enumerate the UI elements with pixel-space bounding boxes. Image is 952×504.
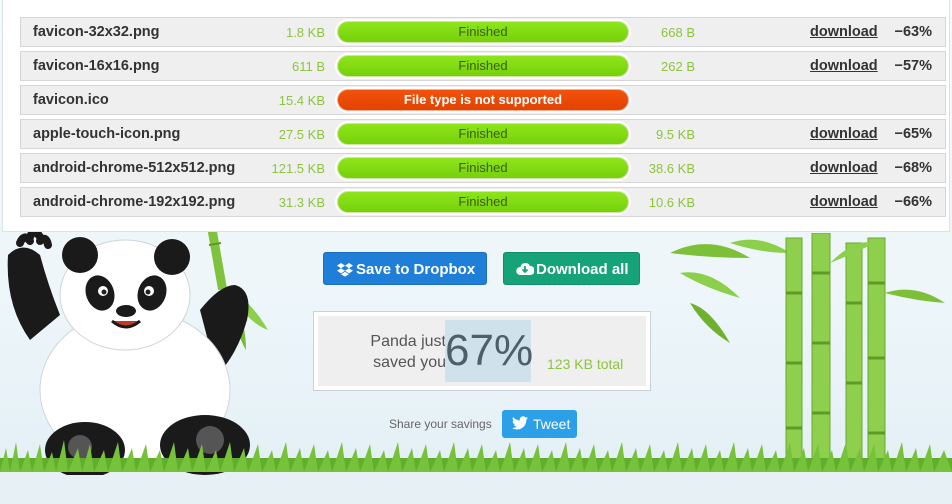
savings-inner: Panda just saved you 67% 123 KB total [318, 316, 646, 386]
original-size: 27.5 KB [278, 127, 325, 142]
download-link[interactable]: download [810, 24, 878, 40]
savings-caption: Panda just saved you [336, 331, 446, 373]
file-row: favicon.ico 15.4 KB File type is not sup… [20, 85, 946, 115]
original-size: 121.5 KB [271, 161, 326, 176]
save-to-dropbox-button[interactable]: Save to Dropbox [323, 252, 487, 285]
progress-bar: Finished [337, 55, 629, 77]
compressed-size: 262 B [661, 59, 695, 74]
savings-total: 123 KB total [547, 356, 624, 372]
download-link[interactable]: download [810, 58, 878, 74]
progress-bar: Finished [337, 157, 629, 179]
share-label: Share your savings [389, 417, 492, 431]
compressed-size: 38.6 KB [648, 161, 695, 176]
original-size: 15.4 KB [278, 93, 325, 108]
savings-line-2: saved you [373, 354, 446, 371]
original-size: 611 B [291, 59, 325, 74]
file-row: apple-touch-icon.png 27.5 KB Finished 9.… [20, 119, 946, 149]
tweet-label: Tweet [533, 416, 571, 432]
file-name: favicon-16x16.png [33, 58, 160, 74]
download-all-button[interactable]: Download all [503, 252, 640, 285]
savings-summary: Panda just saved you 67% 123 KB total [313, 311, 651, 391]
file-row: android-chrome-512x512.png 121.5 KB Fini… [20, 153, 946, 183]
savings-percent: 67% [445, 320, 533, 382]
download-link[interactable]: download [810, 160, 878, 176]
saving-percent: −65% [894, 126, 933, 142]
results-panel: favicon-32x32.png 1.8 KB Finished 668 B … [2, 0, 950, 232]
bamboo-illustration [670, 233, 945, 469]
panda-illustration [7, 219, 268, 475]
original-size: 1.8 KB [285, 25, 325, 40]
compressed-size: 668 B [661, 25, 695, 40]
compressed-size: 10.6 KB [648, 195, 695, 210]
progress-bar: Finished [337, 191, 629, 213]
file-row: favicon-32x32.png 1.8 KB Finished 668 B … [20, 17, 946, 47]
progress-bar: Finished [337, 123, 629, 145]
file-row: android-chrome-192x192.png 31.3 KB Finis… [20, 187, 946, 217]
download-all-label: Download all [536, 261, 629, 278]
grass-strip [0, 440, 952, 472]
saving-percent: −66% [894, 194, 933, 210]
progress-bar: Finished [337, 21, 629, 43]
compressed-size: 9.5 KB [655, 127, 695, 142]
file-row: favicon-16x16.png 611 B Finished 262 B d… [20, 51, 946, 81]
cloud-download-icon [516, 262, 534, 275]
save-to-dropbox-label: Save to Dropbox [356, 261, 476, 278]
original-size: 31.3 KB [278, 195, 325, 210]
saving-percent: −68% [894, 160, 933, 176]
file-name: favicon.ico [33, 92, 109, 108]
error-bar: File type is not supported [337, 89, 629, 111]
dropbox-icon [337, 263, 353, 277]
saving-percent: −63% [894, 24, 933, 40]
download-link[interactable]: download [810, 126, 878, 142]
savings-line-1: Panda just [370, 333, 446, 350]
file-name: apple-touch-icon.png [33, 126, 181, 142]
twitter-bird-icon [512, 416, 528, 430]
download-link[interactable]: download [810, 194, 878, 210]
saving-percent: −57% [894, 58, 933, 74]
tweet-button[interactable]: Tweet [502, 410, 577, 438]
file-name: android-chrome-512x512.png [33, 160, 236, 176]
file-name: favicon-32x32.png [33, 24, 160, 40]
file-name: android-chrome-192x192.png [33, 194, 236, 210]
